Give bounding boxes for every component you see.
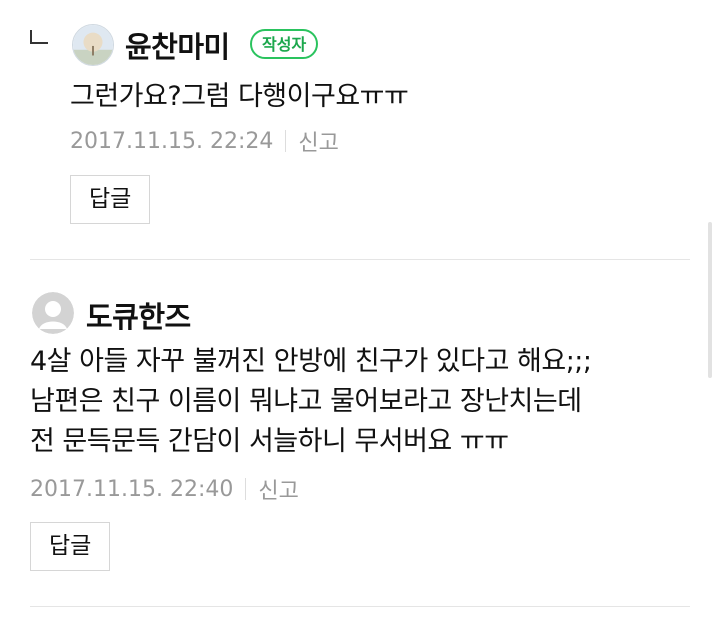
comment-divider — [30, 606, 690, 607]
nickname[interactable]: 도큐한즈 — [86, 294, 191, 336]
scrollbar[interactable] — [708, 222, 712, 378]
comment-meta: 2017.11.15. 22:24 신고 — [70, 125, 339, 157]
comment-text: 그런가요?그럼 다행이구요ㅠㅠ — [70, 77, 409, 117]
avatar[interactable] — [32, 292, 74, 334]
meta-separator — [245, 478, 247, 500]
comment-text-line: 그런가요?그럼 다행이구요ㅠㅠ — [70, 81, 409, 112]
comment-date: 2017.11.15. 22:24 — [70, 128, 274, 154]
reply-button[interactable]: 답글 — [70, 175, 151, 224]
nickname[interactable]: 윤찬마미 — [125, 24, 230, 66]
comment-meta: 2017.11.15. 22:40 신고 — [30, 473, 299, 505]
comment-text-line: 4살 아들 자꾸 불꺼진 안방에 친구가 있다고 해요;;; — [30, 346, 592, 377]
author-badge: 작성자 — [250, 29, 319, 59]
avatar[interactable] — [72, 24, 114, 66]
meta-separator — [285, 130, 287, 152]
report-link[interactable]: 신고 — [258, 473, 298, 505]
comment-text: 4살 아들 자꾸 불꺼진 안방에 친구가 있다고 해요;;; 남편은 친구 이름… — [30, 342, 592, 462]
comment-divider — [30, 259, 690, 260]
reply-button[interactable]: 답글 — [30, 522, 111, 571]
report-link[interactable]: 신고 — [298, 125, 338, 157]
comment-text-line: 전 문득문득 간담이 서늘하니 무서버요 ㅠㅠ — [30, 426, 509, 457]
comment-date: 2017.11.15. 22:40 — [30, 476, 234, 502]
reply-arrow-icon — [30, 30, 48, 44]
comment-text-line: 남편은 친구 이름이 뭐냐고 물어보라고 장난치는데 — [30, 386, 582, 417]
